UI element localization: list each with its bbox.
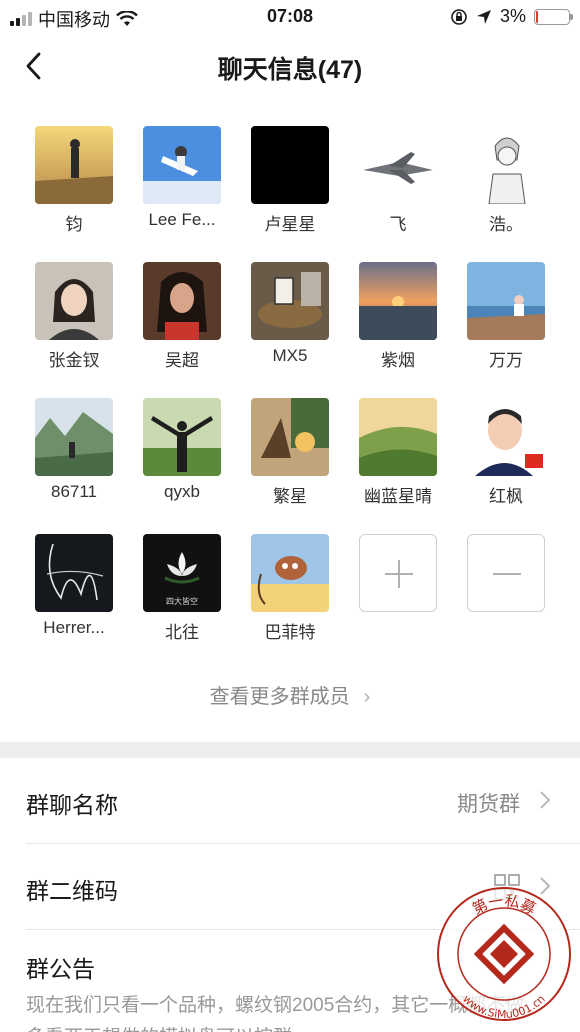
battery-icon	[534, 8, 573, 25]
member-item[interactable]: 紫烟	[344, 256, 452, 386]
member-avatar[interactable]	[359, 126, 437, 204]
member-avatar[interactable]	[143, 126, 221, 204]
member-name: 巴菲特	[264, 623, 316, 642]
member-avatar[interactable]	[467, 398, 545, 476]
member-name: Herrer...	[43, 618, 105, 637]
battery-percent: 3%	[499, 6, 526, 26]
member-avatar[interactable]	[467, 126, 545, 204]
member-item[interactable]: 万万	[452, 256, 560, 386]
member-name: 浩。	[489, 215, 523, 234]
minus-icon	[493, 573, 521, 575]
group-qr-label: 群二维码	[26, 878, 118, 904]
member-item[interactable]: 86711	[20, 392, 128, 522]
member-avatar[interactable]	[35, 534, 113, 612]
member-name: Lee Fe...	[148, 210, 216, 229]
member-name: 红枫	[489, 487, 523, 506]
member-name: 幽蓝星晴	[364, 487, 432, 506]
view-more-members-label: 查看更多群成员	[209, 686, 350, 708]
member-avatar[interactable]	[359, 398, 437, 476]
member-item[interactable]: 卢星星	[236, 120, 344, 250]
status-bar: 中国移动 07:08 3%	[0, 0, 580, 34]
avatar-caption: 四大皆空	[166, 596, 198, 606]
member-item[interactable]: 吴超	[128, 256, 236, 386]
member-name: 卢星星	[264, 215, 316, 234]
member-name: qyxb	[164, 482, 200, 501]
member-item[interactable]: 钧	[20, 120, 128, 250]
member-avatar[interactable]	[35, 398, 113, 476]
member-name: 繁星	[273, 487, 307, 506]
member-item[interactable]: 幽蓝星晴	[344, 392, 452, 522]
member-name: 吴超	[165, 351, 199, 370]
member-item[interactable]: 繁星	[236, 392, 344, 522]
view-more-members-link[interactable]: 查看更多群成员 ›	[0, 680, 580, 709]
member-name: 飞	[389, 215, 407, 234]
chevron-right-icon: ›	[363, 686, 371, 708]
page-title: 聊天信息(47)	[217, 56, 363, 84]
member-name: 万万	[489, 351, 523, 370]
nav-bar: 聊天信息(47)	[0, 34, 580, 98]
orientation-lock-icon	[451, 8, 467, 25]
add-member-item[interactable]	[344, 528, 452, 658]
member-name: 张金钗	[48, 351, 100, 370]
member-avatar[interactable]	[143, 398, 221, 476]
remove-member-button[interactable]	[467, 534, 545, 612]
member-avatar[interactable]	[251, 398, 329, 476]
member-item[interactable]: 飞	[344, 120, 452, 250]
member-name: 北往	[165, 623, 199, 642]
member-avatar[interactable]: 四大皆空	[143, 534, 221, 612]
group-name-value: 期货群	[457, 793, 520, 816]
group-name-row[interactable]: 群聊名称 期货群	[0, 758, 580, 844]
member-avatar[interactable]	[467, 262, 545, 340]
member-item[interactable]: 巴菲特	[236, 528, 344, 658]
member-avatar[interactable]	[251, 126, 329, 204]
member-item[interactable]: Herrer...	[20, 528, 128, 658]
section-divider	[0, 742, 580, 758]
remove-member-item[interactable]	[452, 528, 560, 658]
group-notice-label[interactable]: 群公告	[26, 950, 95, 984]
member-name: 86711	[50, 482, 97, 501]
member-item[interactable]: qyxb	[128, 392, 236, 522]
member-item[interactable]: Lee Fe...	[128, 120, 236, 250]
member-avatar[interactable]	[251, 262, 329, 340]
member-avatar[interactable]	[251, 534, 329, 612]
watermark-seal: 第一私募 www.SiMu001.cn	[437, 887, 571, 1021]
member-name: MX5	[272, 346, 308, 365]
member-item[interactable]: 张金钗	[20, 256, 128, 386]
member-item[interactable]: 四大皆空 北往	[128, 528, 236, 658]
add-member-button[interactable]	[359, 534, 437, 612]
member-name: 钧	[65, 215, 83, 234]
member-item[interactable]: 红枫	[452, 392, 560, 522]
member-avatar[interactable]	[35, 126, 113, 204]
member-item[interactable]: 浩。	[452, 120, 560, 250]
group-name-label: 群聊名称	[26, 792, 118, 818]
location-icon	[476, 9, 491, 24]
chevron-right-icon	[540, 791, 551, 809]
member-name: 紫烟	[381, 351, 415, 370]
member-avatar[interactable]	[143, 262, 221, 340]
member-avatar[interactable]	[359, 262, 437, 340]
member-item[interactable]: MX5	[236, 256, 344, 386]
member-avatar[interactable]	[35, 262, 113, 340]
